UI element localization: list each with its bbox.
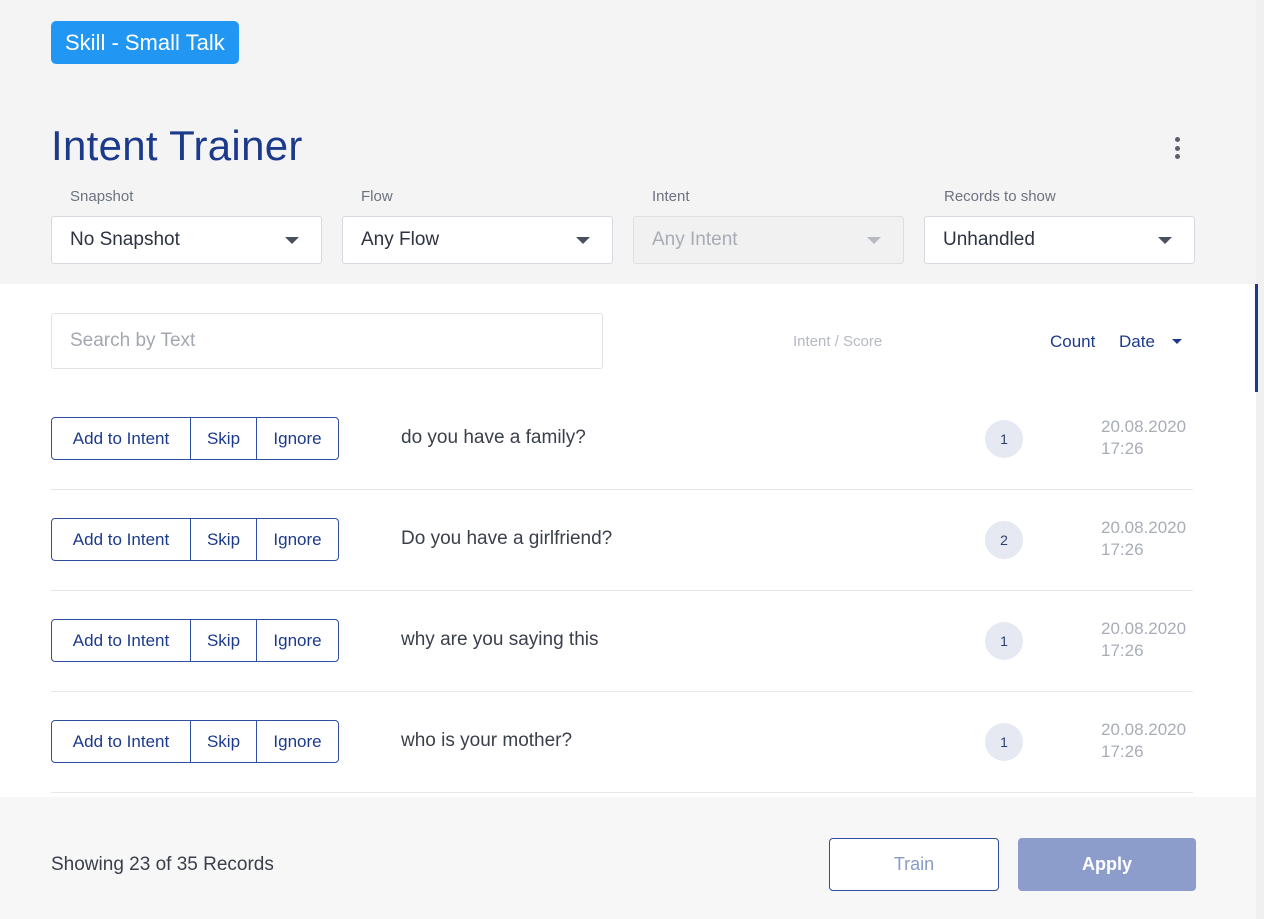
row-date-day: 20.08.2020 xyxy=(1101,518,1187,537)
ignore-button[interactable]: Ignore xyxy=(256,418,338,459)
scrollbar-thumb[interactable] xyxy=(1255,284,1258,392)
train-button[interactable]: Train xyxy=(829,838,999,891)
column-intent-score: Intent / Score xyxy=(793,333,883,350)
row-action-group: Add to Intent Skip Ignore xyxy=(51,619,339,662)
table-row: Add to Intent Skip Ignore Do you have a … xyxy=(51,490,1193,591)
row-date: 20.08.2020 17:26 xyxy=(1101,618,1186,662)
row-date-time: 17:26 xyxy=(1101,439,1144,458)
ignore-button[interactable]: Ignore xyxy=(256,620,338,661)
add-to-intent-button[interactable]: Add to Intent xyxy=(52,519,190,560)
add-to-intent-button[interactable]: Add to Intent xyxy=(52,418,190,459)
records-to-show-select[interactable]: Unhandled xyxy=(924,216,1195,264)
kebab-dot xyxy=(1174,137,1180,142)
ignore-button[interactable]: Ignore xyxy=(256,519,338,560)
skip-button[interactable]: Skip xyxy=(190,721,256,762)
row-date: 20.08.2020 17:26 xyxy=(1101,517,1186,561)
sort-count[interactable]: Count xyxy=(1050,332,1095,352)
count-badge: 1 xyxy=(985,420,1023,458)
table-row: Add to Intent Skip Ignore do you have a … xyxy=(51,389,1193,490)
row-date: 20.08.2020 17:26 xyxy=(1101,416,1186,460)
snapshot-select[interactable]: No Snapshot xyxy=(51,216,322,264)
caret-down-icon xyxy=(1158,237,1172,244)
row-action-group: Add to Intent Skip Ignore xyxy=(51,417,339,460)
row-date-day: 20.08.2020 xyxy=(1101,720,1187,739)
count-badge: 2 xyxy=(985,521,1023,559)
row-text: who is your mother? xyxy=(401,730,573,751)
caret-down-icon xyxy=(285,237,299,244)
row-action-group: Add to Intent Skip Ignore xyxy=(51,518,339,561)
page-footer: Showing 23 of 35 Records Train Apply xyxy=(0,797,1256,919)
row-date: 20.08.2020 17:26 xyxy=(1101,719,1186,763)
kebab-menu-icon[interactable] xyxy=(1165,134,1189,162)
count-badge: 1 xyxy=(985,622,1023,660)
flow-select[interactable]: Any Flow xyxy=(342,216,613,264)
intent-label: Intent xyxy=(652,188,690,205)
page-header: Skill - Small Talk Intent Trainer Snapsh… xyxy=(0,0,1256,284)
page-title: Intent Trainer xyxy=(51,122,303,169)
flow-value: Any Flow xyxy=(361,229,440,250)
row-date-time: 17:26 xyxy=(1101,540,1144,559)
row-text: why are you saying this xyxy=(401,629,599,650)
flow-label: Flow xyxy=(361,188,393,205)
intent-select: Any Intent xyxy=(633,216,904,264)
skip-button[interactable]: Skip xyxy=(190,519,256,560)
skip-button[interactable]: Skip xyxy=(190,418,256,459)
skip-button[interactable]: Skip xyxy=(190,620,256,661)
row-action-group: Add to Intent Skip Ignore xyxy=(51,720,339,763)
add-to-intent-button[interactable]: Add to Intent xyxy=(52,620,190,661)
records-to-show-label: Records to show xyxy=(944,188,1056,205)
skill-badge[interactable]: Skill - Small Talk xyxy=(51,21,239,64)
sort-date[interactable]: Date xyxy=(1119,332,1155,352)
kebab-dot xyxy=(1174,154,1180,159)
kebab-dot xyxy=(1174,145,1180,151)
row-text: do you have a family? xyxy=(401,427,586,448)
search-input[interactable] xyxy=(51,313,603,369)
row-date-day: 20.08.2020 xyxy=(1101,417,1187,436)
apply-button[interactable]: Apply xyxy=(1018,838,1196,891)
intent-value: Any Intent xyxy=(652,229,738,250)
add-to-intent-button[interactable]: Add to Intent xyxy=(52,721,190,762)
table-row: Add to Intent Skip Ignore who is your mo… xyxy=(51,692,1193,793)
row-text: Do you have a girlfriend? xyxy=(401,528,613,549)
row-date-day: 20.08.2020 xyxy=(1101,619,1187,638)
snapshot-label: Snapshot xyxy=(70,188,134,205)
caret-down-icon xyxy=(867,237,881,244)
row-date-time: 17:26 xyxy=(1101,742,1144,761)
row-date-time: 17:26 xyxy=(1101,641,1144,660)
caret-down-icon xyxy=(576,237,590,244)
sort-caret-down-icon[interactable] xyxy=(1172,339,1182,344)
snapshot-value: No Snapshot xyxy=(70,229,180,250)
scrollbar-track[interactable] xyxy=(1256,0,1264,919)
records-to-show-value: Unhandled xyxy=(943,229,1035,250)
table-row: Add to Intent Skip Ignore why are you sa… xyxy=(51,591,1193,692)
intent-trainer-app: Skill - Small Talk Intent Trainer Snapsh… xyxy=(0,0,1256,919)
count-badge: 1 xyxy=(985,723,1023,761)
ignore-button[interactable]: Ignore xyxy=(256,721,338,762)
records-count: Showing 23 of 35 Records xyxy=(51,854,274,875)
